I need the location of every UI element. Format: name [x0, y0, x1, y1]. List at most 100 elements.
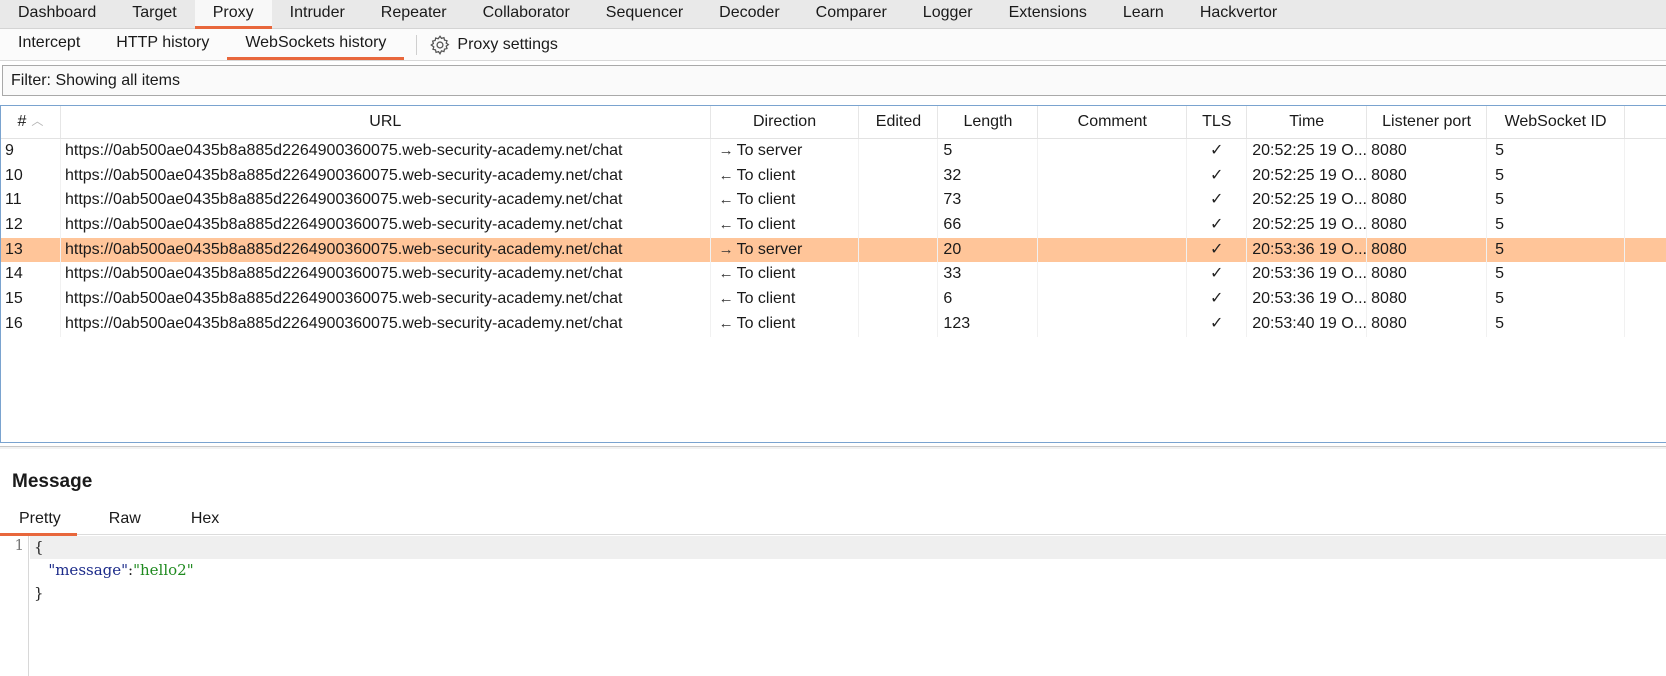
column-header-tls[interactable]: TLS — [1187, 106, 1248, 138]
json-open-brace: { — [34, 538, 44, 556]
checkmark-icon: ✓ — [1210, 265, 1224, 283]
column-header-length[interactable]: Length — [938, 106, 1039, 138]
table-row[interactable]: 15 https://0ab500ae0435b8a885d22649003600… — [1, 287, 1666, 312]
proxy-sub-tab-bar: Intercept HTTP history WebSockets history … — [0, 29, 1666, 61]
cell-number: 13 — [1, 237, 61, 263]
table-row[interactable]: 13 https://0ab500ae0435b8a885d22649003600… — [1, 237, 1666, 263]
cell-comment — [1038, 139, 1188, 164]
message-tab-raw[interactable]: Raw — [91, 505, 159, 535]
column-header-websocket-id[interactable]: WebSocket ID — [1487, 106, 1626, 138]
subtab-http-history[interactable]: HTTP history — [98, 29, 227, 60]
direction-label: To client — [736, 265, 796, 283]
column-header-edited[interactable]: Edited — [859, 106, 939, 138]
column-header-comment[interactable]: Comment — [1038, 106, 1188, 138]
direction-label: To client — [736, 290, 796, 308]
table-row[interactable]: 12 https://0ab500ae0435b8a885d22649003600… — [1, 213, 1666, 238]
table-row[interactable]: 14 https://0ab500ae0435b8a885d22649003600… — [1, 262, 1666, 288]
message-editor[interactable]: 1 { "message":"hello2" } — [0, 536, 1666, 676]
cell-listener-port: 8080 — [1367, 163, 1488, 189]
tab-repeater[interactable]: Repeater — [363, 0, 465, 28]
cell-comment — [1038, 237, 1188, 263]
checkmark-icon: ✓ — [1210, 240, 1224, 258]
cell-edited — [859, 213, 939, 238]
filter-text: Filter: Showing all items — [11, 72, 180, 89]
cell-listener-port: 8080 — [1367, 287, 1488, 312]
tab-extensions[interactable]: Extensions — [991, 0, 1105, 28]
cell-time: 20:53:36 19 O... — [1247, 287, 1368, 312]
tab-learn[interactable]: Learn — [1105, 0, 1182, 28]
cell-direction: → To server — [711, 139, 860, 164]
pane-splitter[interactable] — [0, 446, 1666, 449]
table-row[interactable]: 10 https://0ab500ae0435b8a885d22649003600… — [1, 163, 1666, 189]
cell-tls: ✓ — [1187, 139, 1248, 164]
cell-tls: ✓ — [1187, 287, 1248, 312]
column-header-label: # — [17, 113, 27, 130]
cell-edited — [859, 139, 939, 164]
filter-bar[interactable]: Filter: Showing all items — [2, 65, 1666, 96]
column-header-direction[interactable]: Direction — [711, 106, 860, 138]
cell-tls: ✓ — [1187, 163, 1248, 189]
cell-comment — [1038, 262, 1188, 288]
table-row[interactable]: 11 https://0ab500ae0435b8a885d22649003600… — [1, 188, 1666, 214]
cell-time: 20:53:36 19 O... — [1247, 262, 1368, 288]
column-header-listener-port[interactable]: Listener port — [1367, 106, 1488, 138]
cell-comment — [1038, 287, 1188, 312]
cell-listener-port: 8080 — [1367, 213, 1488, 238]
tab-dashboard[interactable]: Dashboard — [0, 0, 114, 28]
cell-length: 32 — [938, 163, 1039, 189]
column-header-number[interactable]: # ︿ — [1, 106, 61, 138]
tab-decoder[interactable]: Decoder — [701, 0, 797, 28]
column-header-url[interactable]: URL — [61, 106, 711, 138]
cell-time: 20:53:40 19 O... — [1247, 311, 1368, 337]
proxy-settings-button[interactable]: Proxy settings — [429, 29, 565, 60]
table-body: 9 https://0ab500ae0435b8a885d226490036007… — [1, 139, 1666, 337]
tab-logger[interactable]: Logger — [905, 0, 991, 28]
table-row[interactable]: 9 https://0ab500ae0435b8a885d226490036007… — [1, 139, 1666, 164]
subtab-intercept[interactable]: Intercept — [0, 29, 98, 60]
cell-length: 123 — [938, 311, 1039, 337]
arrow-left-icon: ← — [718, 290, 734, 308]
direction-label: To client — [736, 216, 796, 234]
table-row[interactable]: 16 https://0ab500ae0435b8a885d22649003600… — [1, 311, 1666, 337]
table-header: # ︿ URL Direction Edited Length Comment T… — [1, 106, 1666, 139]
cell-url: https://0ab500ae0435b8a885d2264900360075… — [61, 139, 711, 164]
cell-number: 10 — [1, 163, 61, 189]
cell-url: https://0ab500ae0435b8a885d2264900360075… — [61, 311, 711, 337]
cell-direction: ← To client — [711, 163, 860, 189]
cell-time: 20:52:25 19 O... — [1247, 139, 1368, 164]
message-tab-pretty[interactable]: Pretty — [0, 505, 77, 536]
cell-number: 11 — [1, 188, 61, 214]
message-tab-hex[interactable]: Hex — [173, 505, 237, 535]
cell-websocket-id: 5 — [1487, 237, 1625, 263]
line-number-gutter: 1 — [0, 536, 29, 676]
arrow-left-icon: ← — [718, 314, 734, 332]
cell-comment — [1038, 213, 1188, 238]
tab-comparer[interactable]: Comparer — [798, 0, 905, 28]
column-header-filler — [1625, 106, 1666, 138]
proxy-settings-label: Proxy settings — [457, 35, 558, 53]
direction-label: To client — [736, 191, 796, 209]
cell-edited — [859, 188, 939, 214]
tab-proxy[interactable]: Proxy — [194, 0, 272, 29]
subtab-websockets-history[interactable]: WebSockets history — [227, 29, 405, 60]
tab-sequencer[interactable]: Sequencer — [588, 0, 701, 28]
cell-direction: ← To client — [711, 262, 860, 288]
cell-tls: ✓ — [1187, 188, 1248, 214]
tab-collaborator[interactable]: Collaborator — [465, 0, 588, 28]
cell-url: https://0ab500ae0435b8a885d2264900360075… — [61, 262, 711, 288]
cell-direction: ← To client — [711, 213, 860, 238]
cell-time: 20:52:25 19 O... — [1247, 213, 1368, 238]
cell-websocket-id: 5 — [1487, 213, 1625, 238]
checkmark-icon: ✓ — [1210, 290, 1224, 308]
tab-target[interactable]: Target — [114, 0, 194, 28]
direction-label: To client — [736, 314, 796, 332]
json-string-value: "hello2" — [133, 561, 194, 579]
message-panel-title: Message — [12, 471, 93, 492]
column-header-time[interactable]: Time — [1247, 106, 1368, 138]
cell-listener-port: 8080 — [1367, 311, 1488, 337]
code-line: } — [30, 582, 1666, 605]
tab-intruder[interactable]: Intruder — [272, 0, 363, 28]
tab-hackvertor[interactable]: Hackvertor — [1182, 0, 1295, 28]
cell-edited — [859, 237, 939, 263]
cell-time: 20:52:25 19 O... — [1247, 163, 1368, 189]
